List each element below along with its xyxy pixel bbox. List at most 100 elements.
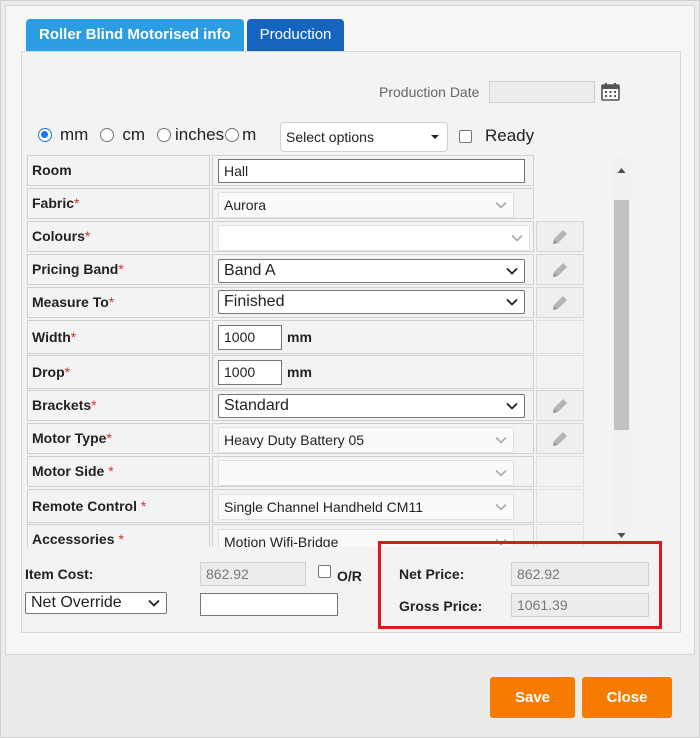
motor-type-edit-button[interactable] [536,423,584,454]
row-label: Measure To* [27,287,210,318]
unit-radio-cm[interactable] [100,128,115,142]
brackets-edit-button[interactable] [536,390,584,421]
colours-select[interactable] [218,225,530,251]
row-label: Width* [27,320,210,354]
remote-control-value: Single Channel Handheld CM11 [224,499,423,515]
room-input[interactable]: Hall [218,159,525,183]
width-unit: mm [287,329,312,345]
pencil-icon [553,262,567,277]
measure-to-edit-button[interactable] [536,287,584,318]
row-colours: Colours* [27,221,613,254]
row-brackets: Brackets* Standard [27,390,613,423]
unit-radio-m[interactable] [225,128,240,142]
chevron-down-icon [495,436,507,444]
chevron-down-icon [148,599,160,607]
ready-checkbox-group: Ready [459,126,534,146]
brackets-select[interactable]: Standard [218,394,525,418]
remote-control-select[interactable]: Single Channel Handheld CM11 [218,494,514,520]
pencil-icon [553,398,567,413]
row-label: Motor Type* [27,423,210,454]
fabric-select[interactable]: Aurora [218,192,514,218]
width-edit-cell [536,320,584,354]
brackets-value: Standard [224,397,289,414]
tab-production[interactable]: Production [246,19,345,51]
pencil-icon [553,295,567,310]
save-button[interactable]: Save [490,677,575,718]
fabric-value: Aurora [224,197,267,213]
row-label: Drop* [27,355,210,389]
production-date-label: Production Date [379,84,480,100]
drop-edit-cell [536,355,584,389]
pencil-icon [553,229,567,244]
unit-label-inches: inches [175,125,225,144]
row-field: Finished [212,287,534,318]
scroll-up-icon[interactable] [617,167,626,174]
scroll-down-icon[interactable] [617,532,626,539]
unit-label-cm: cm [122,125,145,144]
row-label: Remote Control * [27,489,210,523]
row-field: Heavy Duty Battery 05 [212,423,534,454]
row-motor-side: Motor Side * [27,456,613,489]
tab-roller-blind-info[interactable]: Roller Blind Motorised info [26,19,244,51]
pricing-band-select[interactable]: Band A [218,259,525,283]
row-label: Colours* [27,221,210,252]
chevron-down-icon [506,267,518,275]
override-checkbox[interactable] [318,565,331,578]
measure-to-value: Finished [224,293,285,310]
row-label: Fabric* [27,188,210,219]
remote-control-edit-cell [536,489,584,523]
attribute-grid: Room Hall Fabric* Aurora Colours* Pricin… [27,155,613,547]
row-label: Pricing Band* [27,254,210,285]
drop-input[interactable]: 1000 [218,360,282,385]
production-date-input[interactable] [489,81,595,103]
row-pricing-band: Pricing Band* Band A [27,254,613,287]
motor-side-select[interactable] [218,460,514,486]
chevron-down-icon [511,234,523,242]
chevron-down-icon [495,469,507,477]
colours-edit-button[interactable] [536,221,584,252]
grid-scrollbar[interactable] [613,155,630,547]
row-field: Hall [212,155,534,186]
chevron-down-icon [506,402,518,410]
row-label: Motor Side * [27,456,210,487]
close-button[interactable]: Close [582,677,672,718]
drop-unit: mm [287,364,312,380]
pencil-icon [553,431,567,446]
pricing-band-edit-button[interactable] [536,254,584,285]
unit-radio-inches[interactable] [157,128,171,142]
pricing-band-value: Band A [224,262,276,279]
unit-label-mm: mm [60,125,89,144]
motor-type-value: Heavy Duty Battery 05 [224,432,365,448]
options-select[interactable]: Select options [280,122,448,152]
net-override-value: Net Override [31,594,122,611]
item-cost-label: Item Cost: [25,566,94,582]
row-field: Single Channel Handheld CM11 [212,489,534,523]
row-motor-type: Motor Type* Heavy Duty Battery 05 [27,423,613,456]
unit-radio-mm[interactable] [38,128,52,142]
chevron-down-icon [506,298,518,306]
row-field: Standard [212,390,534,421]
measure-to-select[interactable]: Finished [218,290,525,314]
width-input[interactable]: 1000 [218,325,282,350]
caret-down-icon [431,135,439,139]
net-override-select[interactable]: Net Override [25,592,167,614]
row-field: Band A [212,254,534,285]
row-remote-control: Remote Control * Single Channel Handheld… [27,489,613,523]
row-fabric: Fabric* Aurora [27,188,613,221]
chevron-down-icon [495,201,507,209]
item-cost-input[interactable]: 862.92 [200,562,306,586]
options-select-value: Select options [286,129,374,145]
accessories-value: Motion Wifi-Bridge [224,534,339,547]
override-amount-input[interactable] [200,593,338,616]
chevron-down-icon [495,503,507,511]
dialog: Roller Blind Motorised info Production P… [0,0,700,738]
row-label: Brackets* [27,390,210,421]
row-field [212,221,534,252]
ready-checkbox[interactable] [459,129,472,143]
scroll-thumb[interactable] [614,200,629,430]
row-field: 1000 mm [212,320,534,354]
row-room: Room Hall [27,155,613,188]
tab-bar: Roller Blind Motorised info Production [26,19,345,51]
motor-type-select[interactable]: Heavy Duty Battery 05 [218,427,514,453]
calendar-icon[interactable] [601,83,620,101]
